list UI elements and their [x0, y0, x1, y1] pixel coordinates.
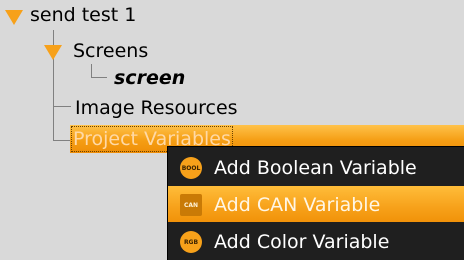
tree-node-image-resources[interactable]: Image Resources — [75, 97, 238, 119]
menu-item-add-color-variable[interactable]: RGB Add Color Variable — [168, 223, 464, 259]
tree-connector-line — [91, 77, 107, 78]
menu-item-label: Add CAN Variable — [214, 194, 381, 216]
menu-item-label: Add Color Variable — [214, 231, 390, 253]
menu-item-label: Add Boolean Variable — [214, 157, 417, 179]
tree-node-screen[interactable]: screen — [114, 67, 185, 89]
menu-item-add-can-variable[interactable]: CAN Add CAN Variable — [168, 186, 464, 222]
tree-node-screens[interactable]: Screens — [73, 40, 148, 62]
tree-connector-line — [53, 106, 71, 107]
expanded-triangle-icon[interactable] — [5, 10, 23, 25]
can-variable-icon: CAN — [180, 194, 202, 216]
expanded-triangle-icon[interactable] — [44, 45, 62, 60]
menu-item-add-boolean-variable[interactable]: BOOL Add Boolean Variable — [168, 149, 464, 185]
boolean-variable-icon: BOOL — [180, 157, 202, 179]
color-variable-icon: RGB — [180, 231, 202, 253]
context-menu: BOOL Add Boolean Variable CAN Add CAN Va… — [167, 146, 464, 260]
tree-connector-line — [91, 64, 92, 77]
tree-connector-line — [53, 140, 71, 141]
tree-node-project[interactable]: send test 1 — [30, 4, 136, 26]
